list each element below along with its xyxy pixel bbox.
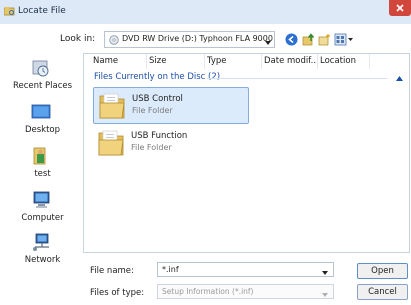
folder-icon (98, 91, 128, 124)
close-icon (396, 4, 404, 12)
file-name: USB Function (131, 131, 188, 141)
chevron-down-icon[interactable] (322, 268, 328, 278)
title-bar[interactable]: Locate File (0, 0, 411, 24)
place-label: Recent Places (12, 81, 73, 91)
file-type: File Folder (131, 143, 172, 152)
look-in-label: Look in: (60, 34, 96, 44)
chevron-down-icon (322, 290, 328, 300)
close-button[interactable] (389, 0, 411, 16)
app-icon (3, 7, 15, 16)
up-folder-icon[interactable] (302, 33, 316, 47)
computer-icon (30, 189, 52, 211)
file-list[interactable]: Name Size Type Date modif... Location Fi… (83, 53, 410, 253)
place-label: Desktop (24, 125, 61, 135)
look-in-dropdown[interactable]: DVD RW Drive (D:) Typhoon FLA 9000 (104, 31, 275, 48)
column-type[interactable]: Type (207, 54, 262, 69)
chevron-down-icon (265, 38, 271, 48)
look-in-value: DVD RW Drive (D:) Typhoon FLA 9000 (122, 34, 273, 43)
file-name-input[interactable]: *.inf (157, 262, 334, 277)
place-test[interactable]: test (3, 143, 82, 183)
folder-icon (97, 128, 127, 161)
recent-places-icon (30, 57, 52, 79)
new-folder-icon[interactable] (318, 33, 332, 47)
dvd-drive-icon (109, 35, 119, 48)
column-location[interactable]: Location (320, 54, 370, 69)
file-type-label: Files of type: (90, 288, 145, 298)
view-menu-icon[interactable] (334, 33, 354, 47)
open-button[interactable]: Open (357, 263, 408, 279)
places-bar: Recent Places Desktop test Computer Netw… (3, 55, 82, 297)
file-type-value: Setup Information (*.inf) (162, 287, 254, 296)
place-recent-places[interactable]: Recent Places (3, 55, 82, 95)
place-desktop[interactable]: Desktop (3, 99, 82, 139)
file-name-label: File name: (90, 266, 134, 276)
place-label: Network (24, 255, 61, 265)
cancel-button[interactable]: Cancel (357, 284, 408, 300)
file-name: USB Control (132, 94, 183, 104)
group-divider (207, 78, 387, 79)
place-computer[interactable]: Computer (3, 187, 82, 227)
place-label: Computer (21, 213, 64, 223)
column-size[interactable]: Size (149, 54, 205, 69)
column-date-modified[interactable]: Date modif... (264, 54, 318, 69)
place-label: test (34, 169, 51, 179)
back-icon[interactable] (285, 33, 299, 47)
place-network[interactable]: Network (3, 229, 82, 269)
file-type-dropdown[interactable]: Setup Information (*.inf) (157, 284, 334, 299)
network-icon (30, 231, 52, 253)
file-type: File Folder (132, 106, 173, 115)
locate-file-dialog: Locate File Look in: DVD RW Drive (D:) T… (0, 0, 411, 305)
column-name[interactable]: Name (93, 54, 147, 69)
file-name-value: *.inf (162, 265, 179, 274)
group-header[interactable]: Files Currently on the Disc (2) (94, 72, 220, 82)
file-item[interactable]: USB Control File Folder (93, 87, 249, 124)
desktop-icon (30, 101, 52, 123)
user-folder-icon (30, 145, 52, 167)
window-title: Locate File (18, 6, 66, 16)
chevron-up-icon[interactable] (396, 74, 403, 84)
file-item[interactable]: USB Function File Folder (93, 125, 249, 162)
